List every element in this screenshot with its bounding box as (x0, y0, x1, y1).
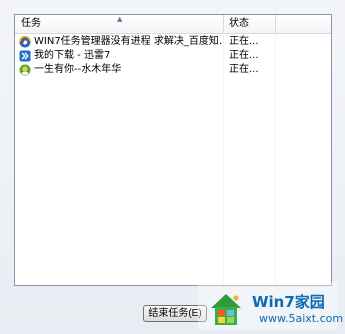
column-header-status[interactable]: 状态 (224, 15, 276, 33)
list-header: 任务 ▲ 状态 (15, 15, 331, 34)
house-logo-icon (211, 294, 241, 325)
watermark-title: Win7家园 (252, 293, 325, 311)
task-row[interactable]: WIN7任务管理器没有进程 求解决_百度知... 正在... (15, 35, 331, 49)
sort-ascending-icon: ▲ (117, 15, 123, 23)
column-header-status-label: 状态 (229, 18, 249, 29)
column-header-task-label: 任务 (21, 18, 41, 29)
task-name: WIN7任务管理器没有进程 求解决_百度知... (34, 36, 222, 47)
task-row[interactable]: 我的下载 - 迅雷7 正在... (15, 49, 331, 63)
task-status: 正在... (229, 50, 259, 61)
xunlei-icon (19, 50, 31, 62)
task-status: 正在... (229, 36, 259, 47)
ie-icon (19, 36, 31, 48)
task-status: 正在... (229, 64, 259, 75)
task-name: 一生有你--水木年华 (34, 64, 122, 75)
applications-list[interactable]: 任务 ▲ 状态 WIN7任务管理器没有进程 求解决_百度知... 正在... 我… (14, 14, 332, 286)
task-manager-window: 任务 ▲ 状态 WIN7任务管理器没有进程 求解决_百度知... 正在... 我… (0, 0, 345, 334)
qq-icon (19, 64, 31, 76)
task-row[interactable]: 一生有你--水木年华 正在... (15, 63, 331, 77)
task-name: 我的下载 - 迅雷7 (34, 50, 111, 61)
column-header-task[interactable]: 任务 ▲ (15, 15, 224, 33)
watermark-url: www.5aixt.com (259, 312, 344, 325)
